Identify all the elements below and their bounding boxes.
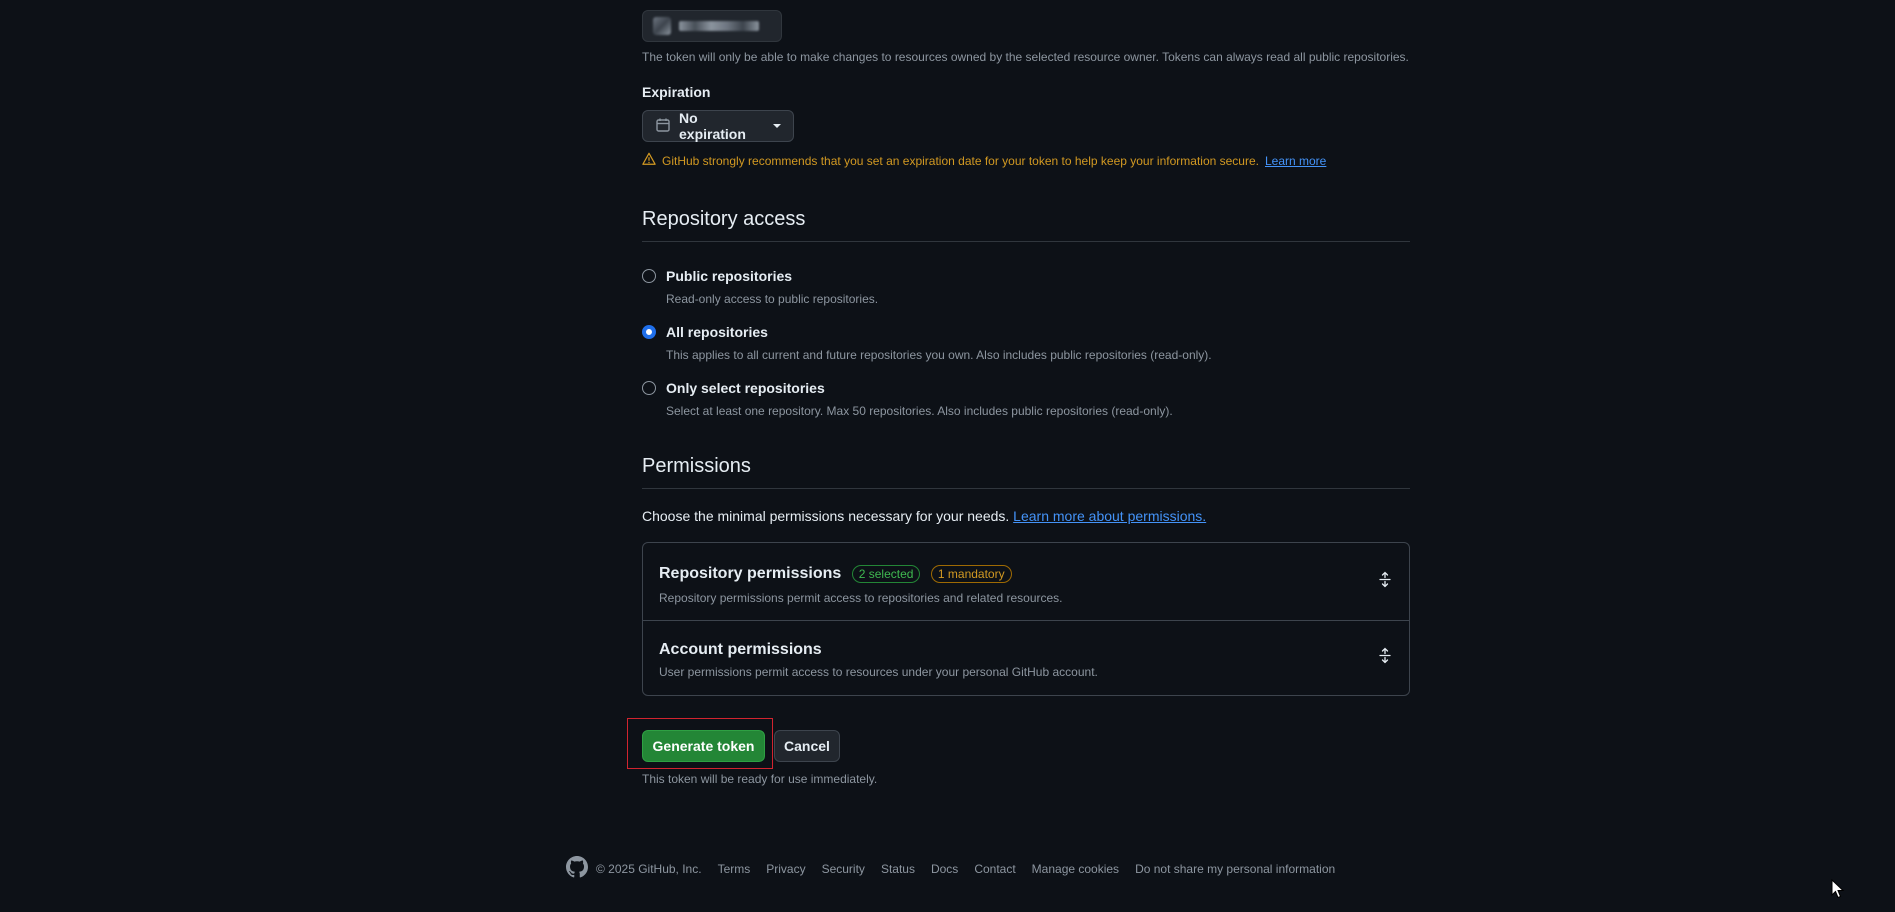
token-ready-note: This token will be ready for use immedia… [642,772,878,786]
option-label: Only select repositories [666,380,825,396]
selected-count-badge: 2 selected [851,565,921,583]
footer: © 2025 GitHub, Inc. Terms Privacy Securi… [566,856,1335,881]
permissions-heading: Permissions [642,455,751,477]
unfold-icon[interactable] [1377,571,1393,592]
section-divider [642,241,1410,242]
expiration-warning: GitHub strongly recommends that you set … [642,152,1326,169]
footer-link-manage-cookies[interactable]: Manage cookies [1032,862,1119,876]
option-description: Read-only access to public repositories. [666,292,879,306]
calendar-icon [655,117,671,136]
caret-down-icon [773,124,781,128]
footer-copyright: © 2025 GitHub, Inc. [566,856,702,881]
footer-link-status[interactable]: Status [881,862,915,876]
section-divider [642,488,1410,489]
repository-permissions-row[interactable]: Repository permissions 2 selected 1 mand… [643,543,1409,621]
owner-avatar [653,17,671,35]
github-mark-icon[interactable] [566,856,588,881]
radio-select[interactable] [642,381,656,395]
permission-group-title: Account permissions [659,641,822,658]
footer-link-terms[interactable]: Terms [718,862,751,876]
cancel-button[interactable]: Cancel [774,730,840,762]
footer-link-security[interactable]: Security [822,862,865,876]
permission-group-description: Repository permissions permit access to … [659,591,1063,605]
account-permissions-row[interactable]: Account permissions User permissions per… [643,621,1409,695]
mouse-cursor-icon [1831,878,1845,904]
expiration-label: Expiration [642,84,711,100]
resource-owner-selector[interactable] [642,10,782,42]
option-description: Select at least one repository. Max 50 r… [666,404,1173,418]
footer-link-contact[interactable]: Contact [974,862,1015,876]
generate-token-button[interactable]: Generate token [642,730,765,762]
option-description: This applies to all current and future r… [666,348,1212,362]
permission-group-description: User permissions permit access to resour… [659,665,1098,679]
expiration-dropdown[interactable]: No expiration [642,110,794,142]
repository-access-heading: Repository access [642,208,806,230]
unfold-icon[interactable] [1377,647,1393,669]
alert-icon [642,152,656,169]
permissions-intro-text: Choose the minimal permissions necessary… [642,508,1010,524]
learn-more-permissions-link[interactable]: Learn more about permissions. [1013,508,1206,524]
footer-link-privacy[interactable]: Privacy [766,862,805,876]
radio-all[interactable] [642,325,656,339]
permissions-panel: Repository permissions 2 selected 1 mand… [642,542,1410,696]
expiration-value: No expiration [679,110,746,142]
option-label: All repositories [666,324,768,340]
footer-link-do-not-share[interactable]: Do not share my personal information [1135,862,1335,876]
permissions-intro: Choose the minimal permissions necessary… [642,508,1206,524]
warning-text: GitHub strongly recommends that you set … [662,153,1259,168]
copyright-text: © 2025 GitHub, Inc. [596,861,702,876]
owner-help-text: The token will only be able to make chan… [642,50,1409,64]
option-label: Public repositories [666,268,793,284]
footer-link-docs[interactable]: Docs [931,862,958,876]
radio-public[interactable] [642,269,656,283]
permission-group-title: Repository permissions [659,565,842,583]
learn-more-link[interactable]: Learn more [1265,154,1326,168]
mandatory-count-badge: 1 mandatory [930,565,1012,583]
owner-name-redacted [679,21,759,31]
